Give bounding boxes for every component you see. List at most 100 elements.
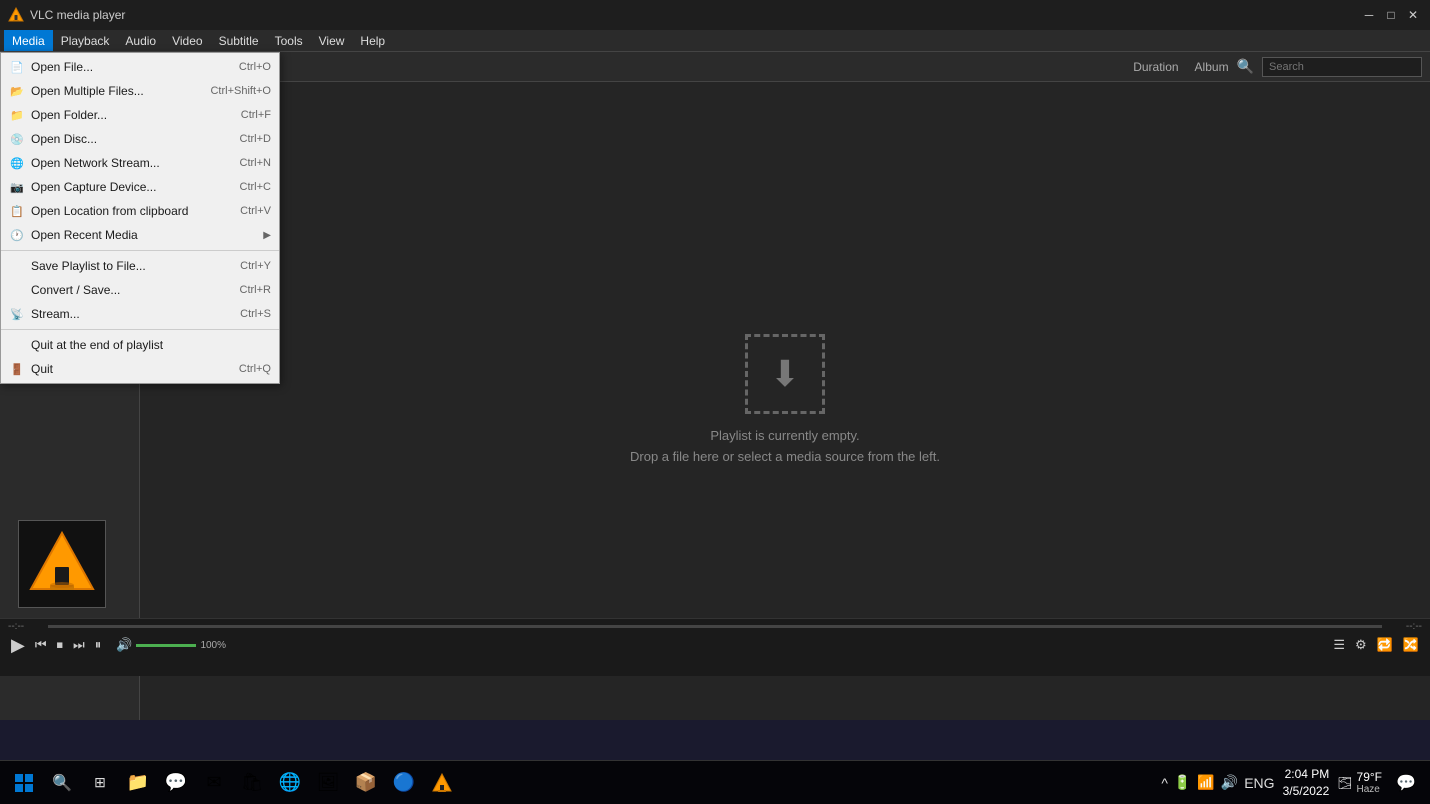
menu-open-clipboard[interactable]: 📋 Open Location from clipboard Ctrl+V [1, 199, 279, 223]
menu-tools[interactable]: Tools [267, 30, 311, 51]
playlist-header-right: 🔍 [1237, 57, 1422, 77]
submenu-arrow-icon: ▶ [263, 230, 271, 241]
menu-convert-save[interactable]: Convert / Save... Ctrl+R [1, 278, 279, 302]
vlc-thumbnail [18, 520, 106, 608]
wifi-icon[interactable]: 📶 [1197, 774, 1214, 791]
search-input[interactable] [1262, 57, 1422, 77]
open-file-icon: 📄 [9, 59, 25, 75]
menu-open-folder[interactable]: 📁 Open Folder... Ctrl+F [1, 103, 279, 127]
open-file-shortcut: Ctrl+O [239, 61, 271, 73]
duration-column-header[interactable]: Duration [1125, 60, 1186, 74]
edge-icon: 🌐 [279, 772, 301, 793]
media-dropdown-menu: 📄 Open File... Ctrl+O 📂 Open Multiple Fi… [0, 52, 280, 384]
playlist-header: Duration Album 🔍 [140, 52, 1430, 82]
menu-quit-end-playlist[interactable]: Quit at the end of playlist [1, 333, 279, 357]
menu-quit[interactable]: 🚪 Quit Ctrl+Q [1, 357, 279, 381]
menu-open-capture[interactable]: 📷 Open Capture Device... Ctrl+C [1, 175, 279, 199]
stream-shortcut: Ctrl+S [240, 308, 271, 320]
menu-open-multiple[interactable]: 📂 Open Multiple Files... Ctrl+Shift+O [1, 79, 279, 103]
controls-right-group: ☰ ⚙ 🔁 🔀 [1330, 635, 1422, 655]
vlc-taskbar-button[interactable] [426, 767, 458, 799]
menu-open-disc[interactable]: 💿 Open Disc... Ctrl+D [1, 127, 279, 151]
open-recent-icon: 🕐 [9, 227, 25, 243]
menu-stream[interactable]: 📡 Stream... Ctrl+S [1, 302, 279, 326]
teams-button[interactable]: 💬 [160, 767, 192, 799]
menu-save-playlist[interactable]: Save Playlist to File... Ctrl+Y [1, 254, 279, 278]
task-view-icon: ⊞ [94, 774, 106, 791]
open-multiple-label: Open Multiple Files... [31, 84, 144, 98]
start-button[interactable] [8, 767, 40, 799]
menu-open-recent[interactable]: 🕐 Open Recent Media ▶ [1, 223, 279, 247]
search-taskbar-icon: 🔍 [52, 773, 72, 793]
system-clock[interactable]: 2:04 PM 3/5/2022 [1283, 766, 1330, 800]
menu-playback[interactable]: Playback [53, 30, 118, 51]
vlc-taskbar-icon [431, 772, 453, 794]
close-button[interactable]: ✕ [1404, 6, 1422, 24]
play-button[interactable]: ▶ [8, 633, 28, 658]
open-clipboard-label: Open Location from clipboard [31, 204, 188, 218]
open-capture-shortcut: Ctrl+C [240, 181, 271, 193]
weather-info: 79°F Haze [1357, 770, 1382, 795]
chevron-up-icon[interactable]: ^ [1161, 775, 1168, 791]
open-disc-shortcut: Ctrl+D [240, 133, 271, 145]
menu-audio[interactable]: Audio [117, 30, 164, 51]
menu-open-network[interactable]: 🌐 Open Network Stream... Ctrl+N [1, 151, 279, 175]
open-network-shortcut: Ctrl+N [240, 157, 271, 169]
volume-tray-icon[interactable]: 🔊 [1221, 774, 1238, 791]
vlc-logo-thumbnail [27, 529, 97, 599]
menu-view[interactable]: View [311, 30, 353, 51]
time-remaining: --:-- [1382, 621, 1422, 632]
playlist-empty-title: Playlist is currently empty. [630, 426, 940, 447]
task-view-button[interactable]: ⊞ [84, 767, 116, 799]
extended-settings-button[interactable]: ⚙ [1352, 635, 1370, 655]
store-icon: 🛍 [241, 772, 264, 793]
stream-label: Stream... [31, 307, 80, 321]
stream-icon: 📡 [9, 306, 25, 322]
menu-bar: Media Playback Audio Video Subtitle Tool… [0, 30, 1430, 52]
store-button[interactable]: 🛍 [236, 767, 268, 799]
taskbar: 🔍 ⊞ 📁 💬 ✉ 🛍 🌐 🖼 📦 🔵 [0, 760, 1430, 804]
vlc-window: VLC media player ─ □ ✕ Media Playback Au… [0, 0, 1430, 720]
quit-label: Quit [31, 362, 53, 376]
notifications-button[interactable]: 💬 [1390, 767, 1422, 799]
menu-open-file[interactable]: 📄 Open File... Ctrl+O [1, 55, 279, 79]
previous-button[interactable]: ⏮ [32, 635, 50, 655]
title-bar: VLC media player ─ □ ✕ [0, 0, 1430, 30]
separator-2 [1, 329, 279, 330]
edge-button[interactable]: 🌐 [274, 767, 306, 799]
open-multiple-icon: 📂 [9, 83, 25, 99]
progress-track[interactable] [48, 625, 1382, 628]
file-explorer-button[interactable]: 📁 [122, 767, 154, 799]
quit-end-playlist-label: Quit at the end of playlist [31, 338, 163, 352]
convert-save-icon [9, 282, 25, 298]
menu-video[interactable]: Video [164, 30, 210, 51]
chrome-button[interactable]: 🔵 [388, 767, 420, 799]
language-indicator[interactable]: ENG [1244, 775, 1274, 791]
time-elapsed: --:-- [8, 621, 48, 632]
menu-help[interactable]: Help [352, 30, 393, 51]
frame-step-button[interactable]: ⏸ [92, 635, 105, 655]
minimize-button[interactable]: ─ [1360, 6, 1378, 24]
loop-button[interactable]: 🔁 [1374, 635, 1396, 655]
volume-track[interactable] [136, 644, 196, 647]
convert-save-label: Convert / Save... [31, 283, 120, 297]
mail-button[interactable]: ✉ [198, 767, 230, 799]
menu-media[interactable]: Media [4, 30, 53, 51]
toggle-playlist-button[interactable]: ☰ [1330, 635, 1348, 655]
clock-date: 3/5/2022 [1283, 783, 1330, 800]
random-button[interactable]: 🔀 [1400, 635, 1422, 655]
next-button[interactable]: ⏭ [70, 635, 88, 655]
battery-icon[interactable]: 🔋 [1174, 774, 1191, 791]
dropbox-button[interactable]: 📦 [350, 767, 382, 799]
search-taskbar-button[interactable]: 🔍 [46, 767, 78, 799]
taskbar-left: 🔍 ⊞ 📁 💬 ✉ 🛍 🌐 🖼 📦 🔵 [8, 767, 458, 799]
restore-button[interactable]: □ [1382, 6, 1400, 24]
convert-save-shortcut: Ctrl+R [240, 284, 271, 296]
menu-subtitle[interactable]: Subtitle [211, 30, 267, 51]
quit-shortcut: Ctrl+Q [239, 363, 271, 375]
stop-button[interactable]: ⏹ [54, 635, 67, 655]
photos-button[interactable]: 🖼 [312, 767, 344, 799]
album-column-header[interactable]: Album [1187, 60, 1237, 74]
weather-area[interactable]: 🌫 79°F Haze [1337, 770, 1382, 795]
quit-icon: 🚪 [9, 361, 25, 377]
